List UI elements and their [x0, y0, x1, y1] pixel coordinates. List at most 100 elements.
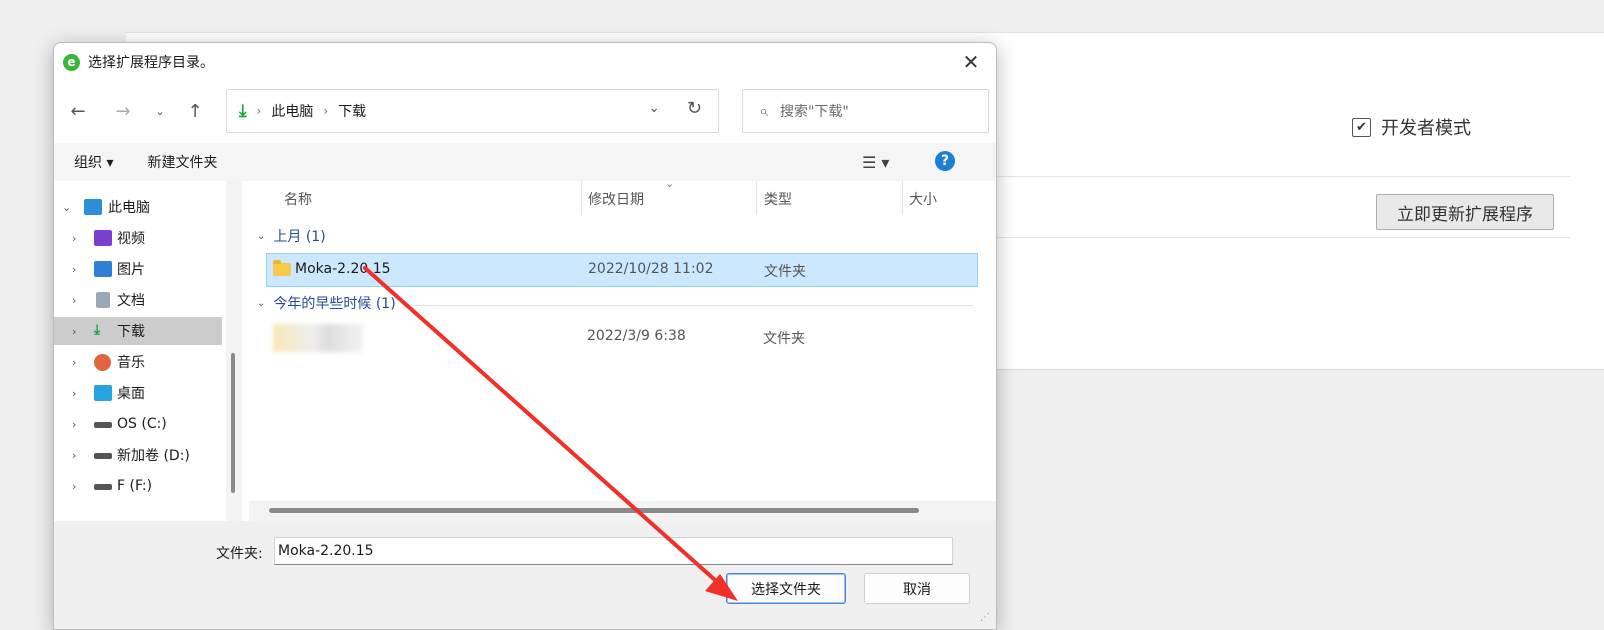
tree-item-pictures[interactable]: › 图片 — [54, 255, 222, 283]
tree-item-videos[interactable]: › 视频 — [54, 224, 222, 252]
sort-caret-icon: ⌄ — [665, 177, 675, 190]
chevron-right-icon[interactable]: › — [72, 480, 76, 493]
back-arrow-icon[interactable]: ← — [64, 97, 92, 125]
address-history-chevron-icon[interactable]: ⌄ — [648, 100, 660, 116]
breadcrumb-separator-icon[interactable]: › — [257, 104, 262, 118]
drive-icon — [94, 453, 112, 459]
search-placeholder: 搜索"下载" — [779, 104, 849, 120]
developer-mode-label: 开发者模式 — [1381, 118, 1471, 139]
chevron-right-icon[interactable]: › — [72, 449, 76, 462]
tree-item-drive-c[interactable]: › OS (C:) — [54, 410, 222, 438]
drive-icon — [94, 422, 112, 428]
address-bar[interactable]: ⤓ › 此电脑 › 下载 ⌄ ↻ — [226, 89, 719, 133]
forward-arrow-icon[interactable]: → — [109, 97, 137, 125]
refresh-icon[interactable]: ↻ — [687, 98, 702, 119]
chevron-right-icon[interactable]: › — [72, 325, 76, 338]
file-row-blurred[interactable]: 2022/3/9 6:38 文件夹 — [266, 321, 976, 353]
group-header[interactable]: ⌄ 上月 (1) — [257, 226, 326, 246]
tree-item-downloads[interactable]: › ⤓ 下载 — [54, 317, 222, 345]
select-folder-dialog: e 选择扩展程序目录。 ✕ ← → ⌄ ↑ ⤓ › 此电脑 › 下载 ⌄ ↻ ⌕… — [53, 42, 997, 630]
resize-grip-icon[interactable]: ⋰ — [980, 612, 990, 623]
tree-label: 下载 — [117, 324, 145, 340]
update-extensions-button[interactable]: 立即更新扩展程序 — [1376, 194, 1554, 230]
documents-icon — [96, 292, 110, 308]
view-options-icon[interactable]: ☰ ▾ — [862, 153, 889, 172]
column-header-type[interactable]: 类型 — [764, 189, 792, 209]
chevron-right-icon[interactable]: › — [72, 418, 76, 431]
chevron-right-icon[interactable]: › — [72, 294, 76, 307]
tree-item-desktop[interactable]: › 桌面 — [54, 379, 222, 407]
tree-item-drive-d[interactable]: › 新加卷 (D:) — [54, 441, 222, 469]
group-header[interactable]: ⌄ 今年的早些时候 (1) — [257, 293, 396, 313]
select-folder-button[interactable]: 选择文件夹 — [726, 573, 846, 604]
nav-scrollbar-thumb[interactable] — [231, 353, 235, 493]
desktop-icon — [94, 385, 112, 401]
video-icon — [94, 230, 112, 246]
column-separator[interactable] — [902, 181, 903, 215]
column-separator[interactable] — [581, 181, 582, 215]
breadcrumb-separator-icon[interactable]: › — [323, 104, 328, 118]
group-divider — [414, 305, 974, 306]
tree-item-drive-f[interactable]: › F (F:) — [54, 472, 222, 500]
file-type: 文件夹 — [764, 264, 806, 280]
column-separator[interactable] — [756, 181, 757, 215]
divider — [990, 176, 1570, 177]
music-icon — [94, 353, 111, 371]
column-header-name[interactable]: 名称 — [284, 189, 312, 209]
breadcrumb-this-pc[interactable]: 此电脑 — [271, 101, 313, 121]
tree-label: 图片 — [117, 262, 145, 278]
chevron-down-icon[interactable]: ⌄ — [257, 298, 265, 309]
breadcrumb-downloads[interactable]: 下载 — [338, 101, 366, 121]
search-input[interactable]: ⌕ 搜索"下载" — [742, 89, 989, 133]
drive-icon — [94, 484, 112, 490]
tree-item-documents[interactable]: › 文档 — [54, 286, 222, 314]
close-icon[interactable]: ✕ — [956, 47, 986, 77]
dialog-footer: 文件夹: Moka-2.20.15 选择文件夹 取消 ⋰ — [54, 521, 996, 629]
recent-locations-chevron-icon[interactable]: ⌄ — [146, 97, 174, 125]
folder-name-input[interactable]: Moka-2.20.15 — [274, 537, 953, 565]
folder-field-label: 文件夹: — [216, 546, 263, 562]
column-header-date[interactable]: 修改日期 — [588, 189, 644, 209]
chevron-right-icon[interactable]: › — [72, 387, 76, 400]
horizontal-scrollbar-thumb[interactable] — [269, 508, 919, 513]
chevron-right-icon[interactable]: › — [72, 356, 76, 369]
tree-item-music[interactable]: › 音乐 — [54, 348, 222, 376]
tree-label: 此电脑 — [108, 200, 150, 216]
developer-mode-toggle[interactable]: ✔ 开发者模式 — [1352, 114, 1471, 140]
tree-item-this-pc[interactable]: ⌄ 此电脑 — [54, 193, 222, 221]
dialog-title: 选择扩展程序目录。 — [88, 55, 214, 71]
download-icon: ⤓ — [94, 322, 101, 338]
blurred-folder-icon — [273, 324, 363, 352]
cancel-button[interactable]: 取消 — [864, 573, 970, 604]
new-folder-button[interactable]: 新建文件夹 — [147, 152, 217, 172]
command-bar: 组织 ▾ 新建文件夹 ☰ ▾ — [54, 143, 996, 181]
file-date: 2022/3/9 6:38 — [587, 328, 686, 344]
group-label: 上月 (1) — [273, 229, 326, 245]
divider — [990, 237, 1570, 238]
organize-menu[interactable]: 组织 ▾ — [74, 152, 113, 172]
chevron-right-icon[interactable]: › — [72, 232, 76, 245]
tree-label: 视频 — [117, 231, 145, 247]
up-arrow-icon[interactable]: ↑ — [181, 97, 209, 125]
navigation-pane: ⌄ 此电脑 › 视频 › 图片 › 文档 › ⤓ 下载 › 音乐 › 桌面 › … — [54, 181, 224, 521]
chevron-down-icon[interactable]: ⌄ — [257, 231, 265, 242]
chevron-right-icon[interactable]: › — [72, 263, 76, 276]
file-name: Moka-2.20.15 — [295, 261, 391, 277]
help-icon[interactable]: ? — [935, 151, 955, 171]
group-label: 今年的早些时候 (1) — [273, 296, 396, 312]
file-row-moka[interactable]: Moka-2.20.15 2022/10/28 11:02 文件夹 — [266, 253, 978, 287]
file-list: 名称 ⌄ 修改日期 类型 大小 ⌄ 上月 (1) Moka-2.20.15 20… — [249, 177, 996, 521]
dialog-titlebar: e 选择扩展程序目录。 ✕ — [54, 43, 996, 81]
browser-app-icon: e — [63, 53, 80, 71]
checkbox-checked-icon[interactable]: ✔ — [1352, 117, 1371, 137]
column-header-size[interactable]: 大小 — [909, 189, 937, 209]
tree-label: F (F:) — [117, 478, 153, 494]
folder-icon — [273, 260, 291, 276]
computer-icon — [84, 199, 102, 215]
file-date: 2022/10/28 11:02 — [588, 261, 714, 277]
tree-label: 新加卷 (D:) — [117, 448, 190, 464]
pictures-icon — [94, 261, 112, 277]
horizontal-scrollbar[interactable] — [249, 501, 996, 521]
chevron-down-icon[interactable]: ⌄ — [62, 201, 71, 214]
file-type: 文件夹 — [763, 331, 805, 347]
